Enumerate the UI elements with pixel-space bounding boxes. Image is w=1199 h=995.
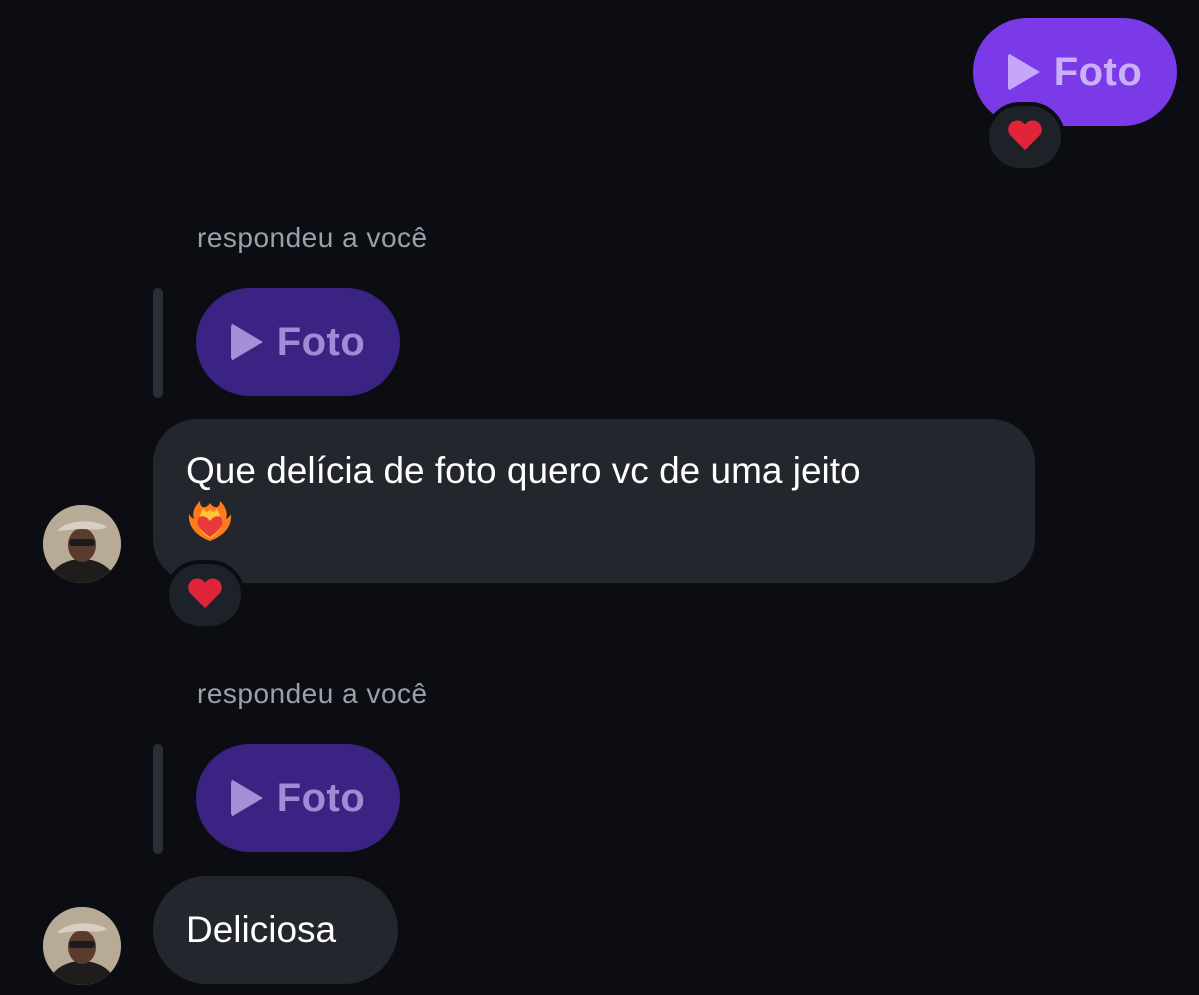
play-icon xyxy=(230,323,263,361)
quoted-photo-message[interactable]: Foto xyxy=(196,288,400,396)
reply-caption: respondeu a você xyxy=(197,222,428,253)
avatar[interactable] xyxy=(43,505,121,583)
received-message-bubble[interactable]: Que delícia de foto quero vc de uma jeit… xyxy=(153,419,1035,583)
reply-caption: respondeu a você xyxy=(197,678,428,709)
play-icon xyxy=(230,779,263,817)
quote-bar xyxy=(153,744,163,854)
message-text: Que delícia de foto quero vc de uma jeit… xyxy=(186,450,861,491)
reaction-heart[interactable] xyxy=(985,102,1065,172)
message-text: Deliciosa xyxy=(186,909,337,950)
play-icon xyxy=(1007,53,1040,91)
heart-icon xyxy=(1008,121,1042,153)
quoted-photo-label: Foto xyxy=(276,775,366,820)
quote-bar xyxy=(153,288,163,398)
heart-icon xyxy=(188,579,222,611)
received-message-bubble[interactable]: Deliciosa xyxy=(153,876,398,984)
photo-label: Foto xyxy=(1053,49,1143,94)
quoted-photo-label: Foto xyxy=(276,319,366,364)
quoted-photo-message[interactable]: Foto xyxy=(196,744,400,852)
reaction-heart[interactable] xyxy=(165,560,245,630)
avatar[interactable] xyxy=(43,907,121,985)
heart-on-fire-icon xyxy=(188,501,232,542)
